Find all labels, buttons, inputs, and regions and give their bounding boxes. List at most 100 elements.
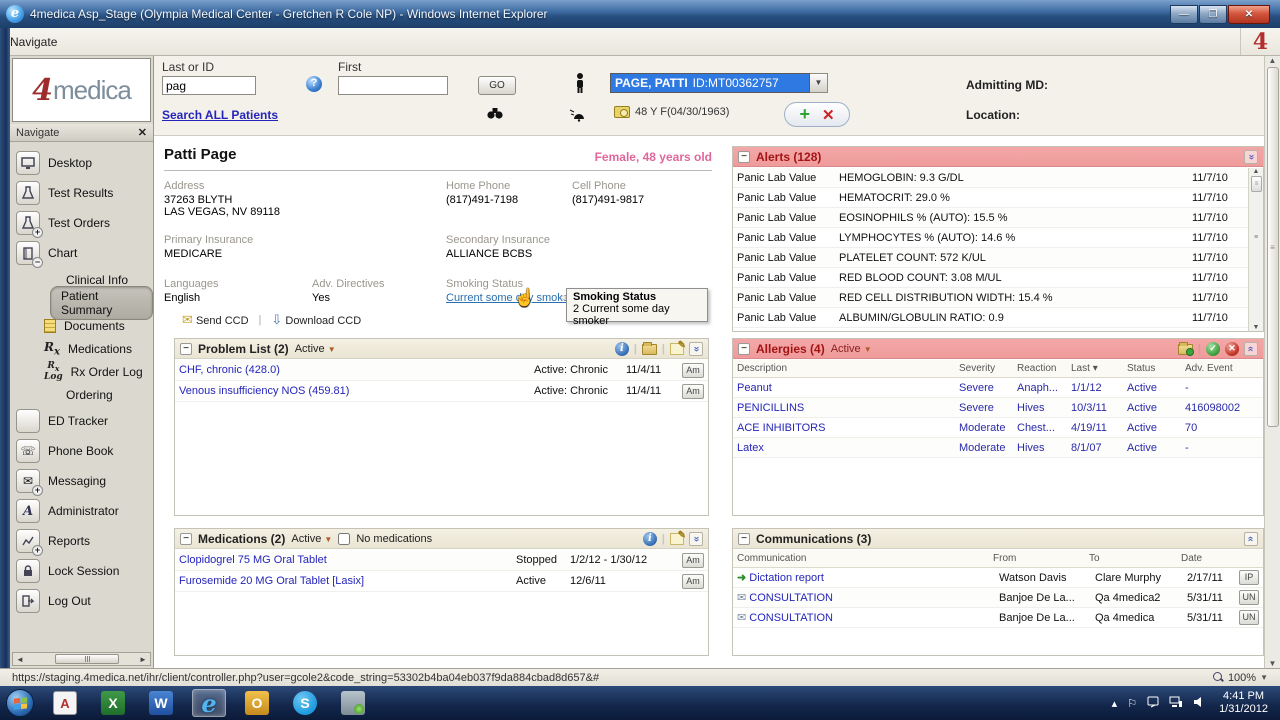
menu-navigate[interactable]: Navigate: [0, 35, 67, 49]
add-patient-icon[interactable]: +: [799, 104, 810, 125]
medication-link[interactable]: Clopidogrel 75 MG Oral Tablet: [179, 554, 516, 566]
sidebar-item-test-results[interactable]: Test Results: [16, 178, 153, 208]
collapse-icon[interactable]: −: [738, 533, 750, 545]
tray-volume-icon[interactable]: [1193, 696, 1205, 711]
edit-icon[interactable]: [670, 343, 684, 355]
collapse-icon[interactable]: −: [738, 343, 750, 355]
sidebar-item-administrator[interactable]: A Administrator: [16, 496, 153, 526]
collapse-icon[interactable]: −: [180, 533, 192, 545]
zoom-dropdown-icon[interactable]: ▼: [1260, 673, 1268, 682]
no-medications-checkbox[interactable]: [338, 533, 350, 545]
amend-button[interactable]: Am: [682, 553, 704, 568]
search-all-patients-link[interactable]: Search ALL Patients: [162, 108, 278, 122]
taskbar-wordpad[interactable]: A: [48, 689, 82, 717]
help-icon[interactable]: ?: [306, 76, 322, 92]
scroll-down-icon[interactable]: ▼: [1253, 324, 1260, 331]
col-status[interactable]: Status: [1127, 363, 1185, 374]
maximize-button[interactable]: ❐: [1199, 5, 1227, 24]
sidebar-item-reports[interactable]: + Reports: [16, 526, 153, 556]
communication-link[interactable]: CONSULTATION: [749, 592, 833, 604]
alert-row[interactable]: Panic Lab ValueHEMOGLOBIN: 9.3 G/DL11/7/…: [733, 168, 1248, 188]
taskbar-app[interactable]: [336, 689, 370, 717]
medication-link[interactable]: Furosemide 20 MG Oral Tablet [Lasix]: [179, 575, 516, 587]
scroll-up-icon[interactable]: ▲: [1269, 56, 1277, 65]
scroll-up-icon[interactable]: ▲: [1253, 168, 1260, 175]
tray-flag-icon[interactable]: ⚐: [1127, 697, 1137, 710]
allergy-filter-dropdown[interactable]: Active ▼: [831, 343, 872, 355]
collapse-all-icon[interactable]: »: [1244, 342, 1258, 356]
smoking-status-link[interactable]: Current some day smoker: [446, 292, 573, 304]
taskbar-clock[interactable]: 4:41 PM 1/31/2012: [1219, 690, 1268, 716]
col-last-sorted[interactable]: Last ▾: [1071, 363, 1127, 374]
confirm-icon[interactable]: ✓: [1206, 342, 1220, 356]
col-reaction[interactable]: Reaction: [1017, 363, 1071, 374]
first-name-input[interactable]: [338, 76, 448, 95]
collapse-icon[interactable]: −: [180, 343, 192, 355]
deny-icon[interactable]: ✕: [1225, 342, 1239, 356]
amend-button[interactable]: Am: [682, 384, 704, 399]
zoom-control[interactable]: 100% ▼: [1213, 672, 1268, 684]
communication-link[interactable]: Dictation report: [749, 572, 824, 584]
alert-row[interactable]: Panic Lab ValueRED CELL DISTRIBUTION WID…: [733, 288, 1248, 308]
taskbar-internet-explorer[interactable]: e: [192, 689, 226, 717]
col-description[interactable]: Description: [737, 363, 959, 374]
patient-selector[interactable]: PAGE, PATTI ID:MT00362757 ▼: [610, 73, 828, 93]
page-scrollbar[interactable]: ▲ ≡ ▼: [1264, 56, 1280, 668]
problem-filter-dropdown[interactable]: Active ▼: [295, 343, 336, 355]
problem-row[interactable]: Venous insufficiency NOS (459.81) Active…: [175, 381, 708, 402]
sidebar-item-lock-session[interactable]: Lock Session: [16, 556, 153, 586]
expand-all-icon[interactable]: »: [1244, 150, 1258, 164]
sidebar-item-test-orders[interactable]: + Test Orders: [16, 208, 153, 238]
communication-link[interactable]: CONSULTATION: [749, 612, 833, 624]
sidebar-item-rx-order-log[interactable]: RxLog Rx Order Log: [16, 360, 153, 383]
amend-button[interactable]: Am: [682, 363, 704, 378]
scroll-right-icon[interactable]: ►: [136, 655, 150, 664]
sidebar-item-ordering[interactable]: Ordering: [16, 383, 153, 406]
communication-row[interactable]: ➜ Dictation report Watson Davis Clare Mu…: [733, 568, 1263, 588]
scroll-left-icon[interactable]: ◄: [13, 655, 27, 664]
medication-row[interactable]: Furosemide 20 MG Oral Tablet [Lasix] Act…: [175, 571, 708, 592]
collapse-icon[interactable]: −: [738, 151, 750, 163]
download-ccd-button[interactable]: ⇩ Download CCD: [271, 312, 361, 328]
col-to[interactable]: To: [1089, 553, 1181, 564]
alert-row[interactable]: Panic Lab ValuePLATELET COUNT: 572 K/UL1…: [733, 248, 1248, 268]
problem-row[interactable]: CHF, chronic (428.0) Active: Chronic 11/…: [175, 360, 708, 381]
scrollbar-thumb[interactable]: [55, 654, 119, 664]
close-button[interactable]: ✕: [1228, 5, 1270, 24]
sidebar-item-ed-tracker[interactable]: ED Tracker: [16, 406, 153, 436]
allergy-row[interactable]: Peanut Severe Anaph... 1/1/12 Active -: [733, 378, 1263, 398]
sidebar-close-icon[interactable]: ✕: [138, 126, 147, 139]
remove-patient-icon[interactable]: ✕: [822, 106, 835, 124]
communication-row[interactable]: ✉ CONSULTATION Banjoe De La... Qa 4medic…: [733, 608, 1263, 628]
medication-filter-dropdown[interactable]: Active ▼: [291, 533, 332, 545]
col-communication[interactable]: Communication: [737, 553, 993, 564]
allergy-link[interactable]: Latex: [737, 442, 959, 454]
allergy-row[interactable]: Latex Moderate Hives 8/1/07 Active -: [733, 438, 1263, 458]
taskbar-excel[interactable]: X: [96, 689, 130, 717]
col-date[interactable]: Date: [1181, 553, 1233, 564]
col-from[interactable]: From: [993, 553, 1089, 564]
taskbar-outlook[interactable]: O: [240, 689, 274, 717]
patient-selector-dropdown-icon[interactable]: ▼: [810, 73, 828, 93]
sidebar-item-messaging[interactable]: ✉+ Messaging: [16, 466, 153, 496]
alert-row[interactable]: Panic Lab ValueALBUMIN/GLOBULIN RATIO: 0…: [733, 308, 1248, 328]
last-or-id-input[interactable]: [162, 76, 256, 95]
visit-alert-icon[interactable]: [568, 106, 586, 127]
col-severity[interactable]: Severity: [959, 363, 1017, 374]
alerts-scrollbar[interactable]: ▲ ≡ ≡ ▼: [1248, 168, 1263, 331]
photo-icon[interactable]: [614, 106, 630, 118]
minimize-button[interactable]: —: [1170, 5, 1198, 24]
allergy-link[interactable]: ACE INHIBITORS: [737, 422, 959, 434]
sidebar-horizontal-scrollbar[interactable]: ◄ ►: [12, 652, 151, 666]
sidebar-item-phone-book[interactable]: ☏ Phone Book: [16, 436, 153, 466]
sidebar-item-log-out[interactable]: Log Out: [16, 586, 153, 616]
problem-link[interactable]: Venous insufficiency NOS (459.81): [179, 385, 534, 397]
communication-row[interactable]: ✉ CONSULTATION Banjoe De La... Qa 4medic…: [733, 588, 1263, 608]
tray-action-icon[interactable]: [1147, 696, 1159, 711]
folder-icon[interactable]: [642, 344, 657, 355]
alert-row[interactable]: Panic Lab ValueLYMPHOCYTES % (AUTO): 14.…: [733, 228, 1248, 248]
info-icon[interactable]: i: [615, 342, 629, 356]
expand-all-icon[interactable]: »: [689, 342, 703, 356]
send-ccd-button[interactable]: ✉ Send CCD: [182, 312, 249, 328]
allergy-link[interactable]: Peanut: [737, 382, 959, 394]
